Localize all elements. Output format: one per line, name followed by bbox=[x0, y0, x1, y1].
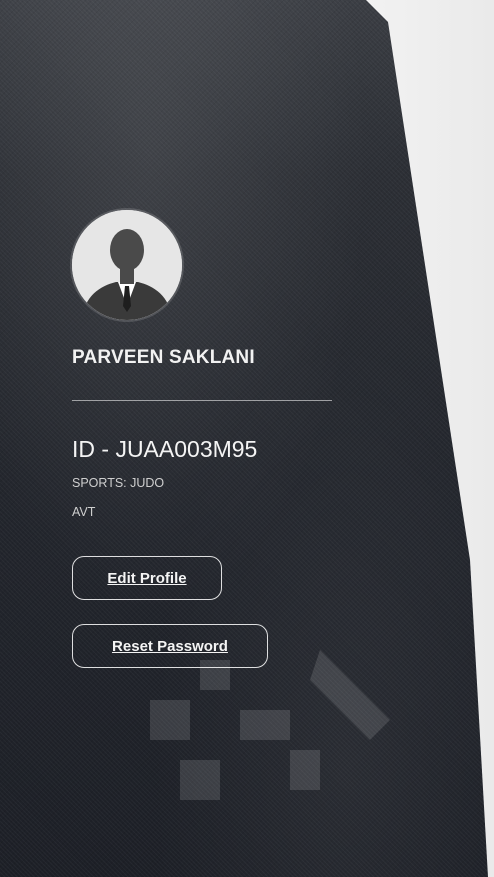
profile-id: ID - JUAA003M95 bbox=[72, 436, 258, 462]
profile-sports: SPORTS: JUDO bbox=[72, 476, 165, 490]
edit-profile-button[interactable]: Edit Profile bbox=[72, 556, 222, 600]
divider bbox=[72, 400, 332, 401]
reset-password-button[interactable]: Reset Password bbox=[72, 624, 268, 668]
user-silhouette-icon bbox=[72, 210, 182, 320]
profile-unit: AVT bbox=[72, 505, 96, 519]
profile-name: PARVEEN SAKLANI bbox=[72, 347, 255, 368]
avatar bbox=[72, 210, 182, 320]
screen: PARVEEN SAKLANI ID - JUAA003M95 SPORTS: … bbox=[0, 0, 494, 877]
profile-card: PARVEEN SAKLANI ID - JUAA003M95 SPORTS: … bbox=[0, 0, 488, 877]
